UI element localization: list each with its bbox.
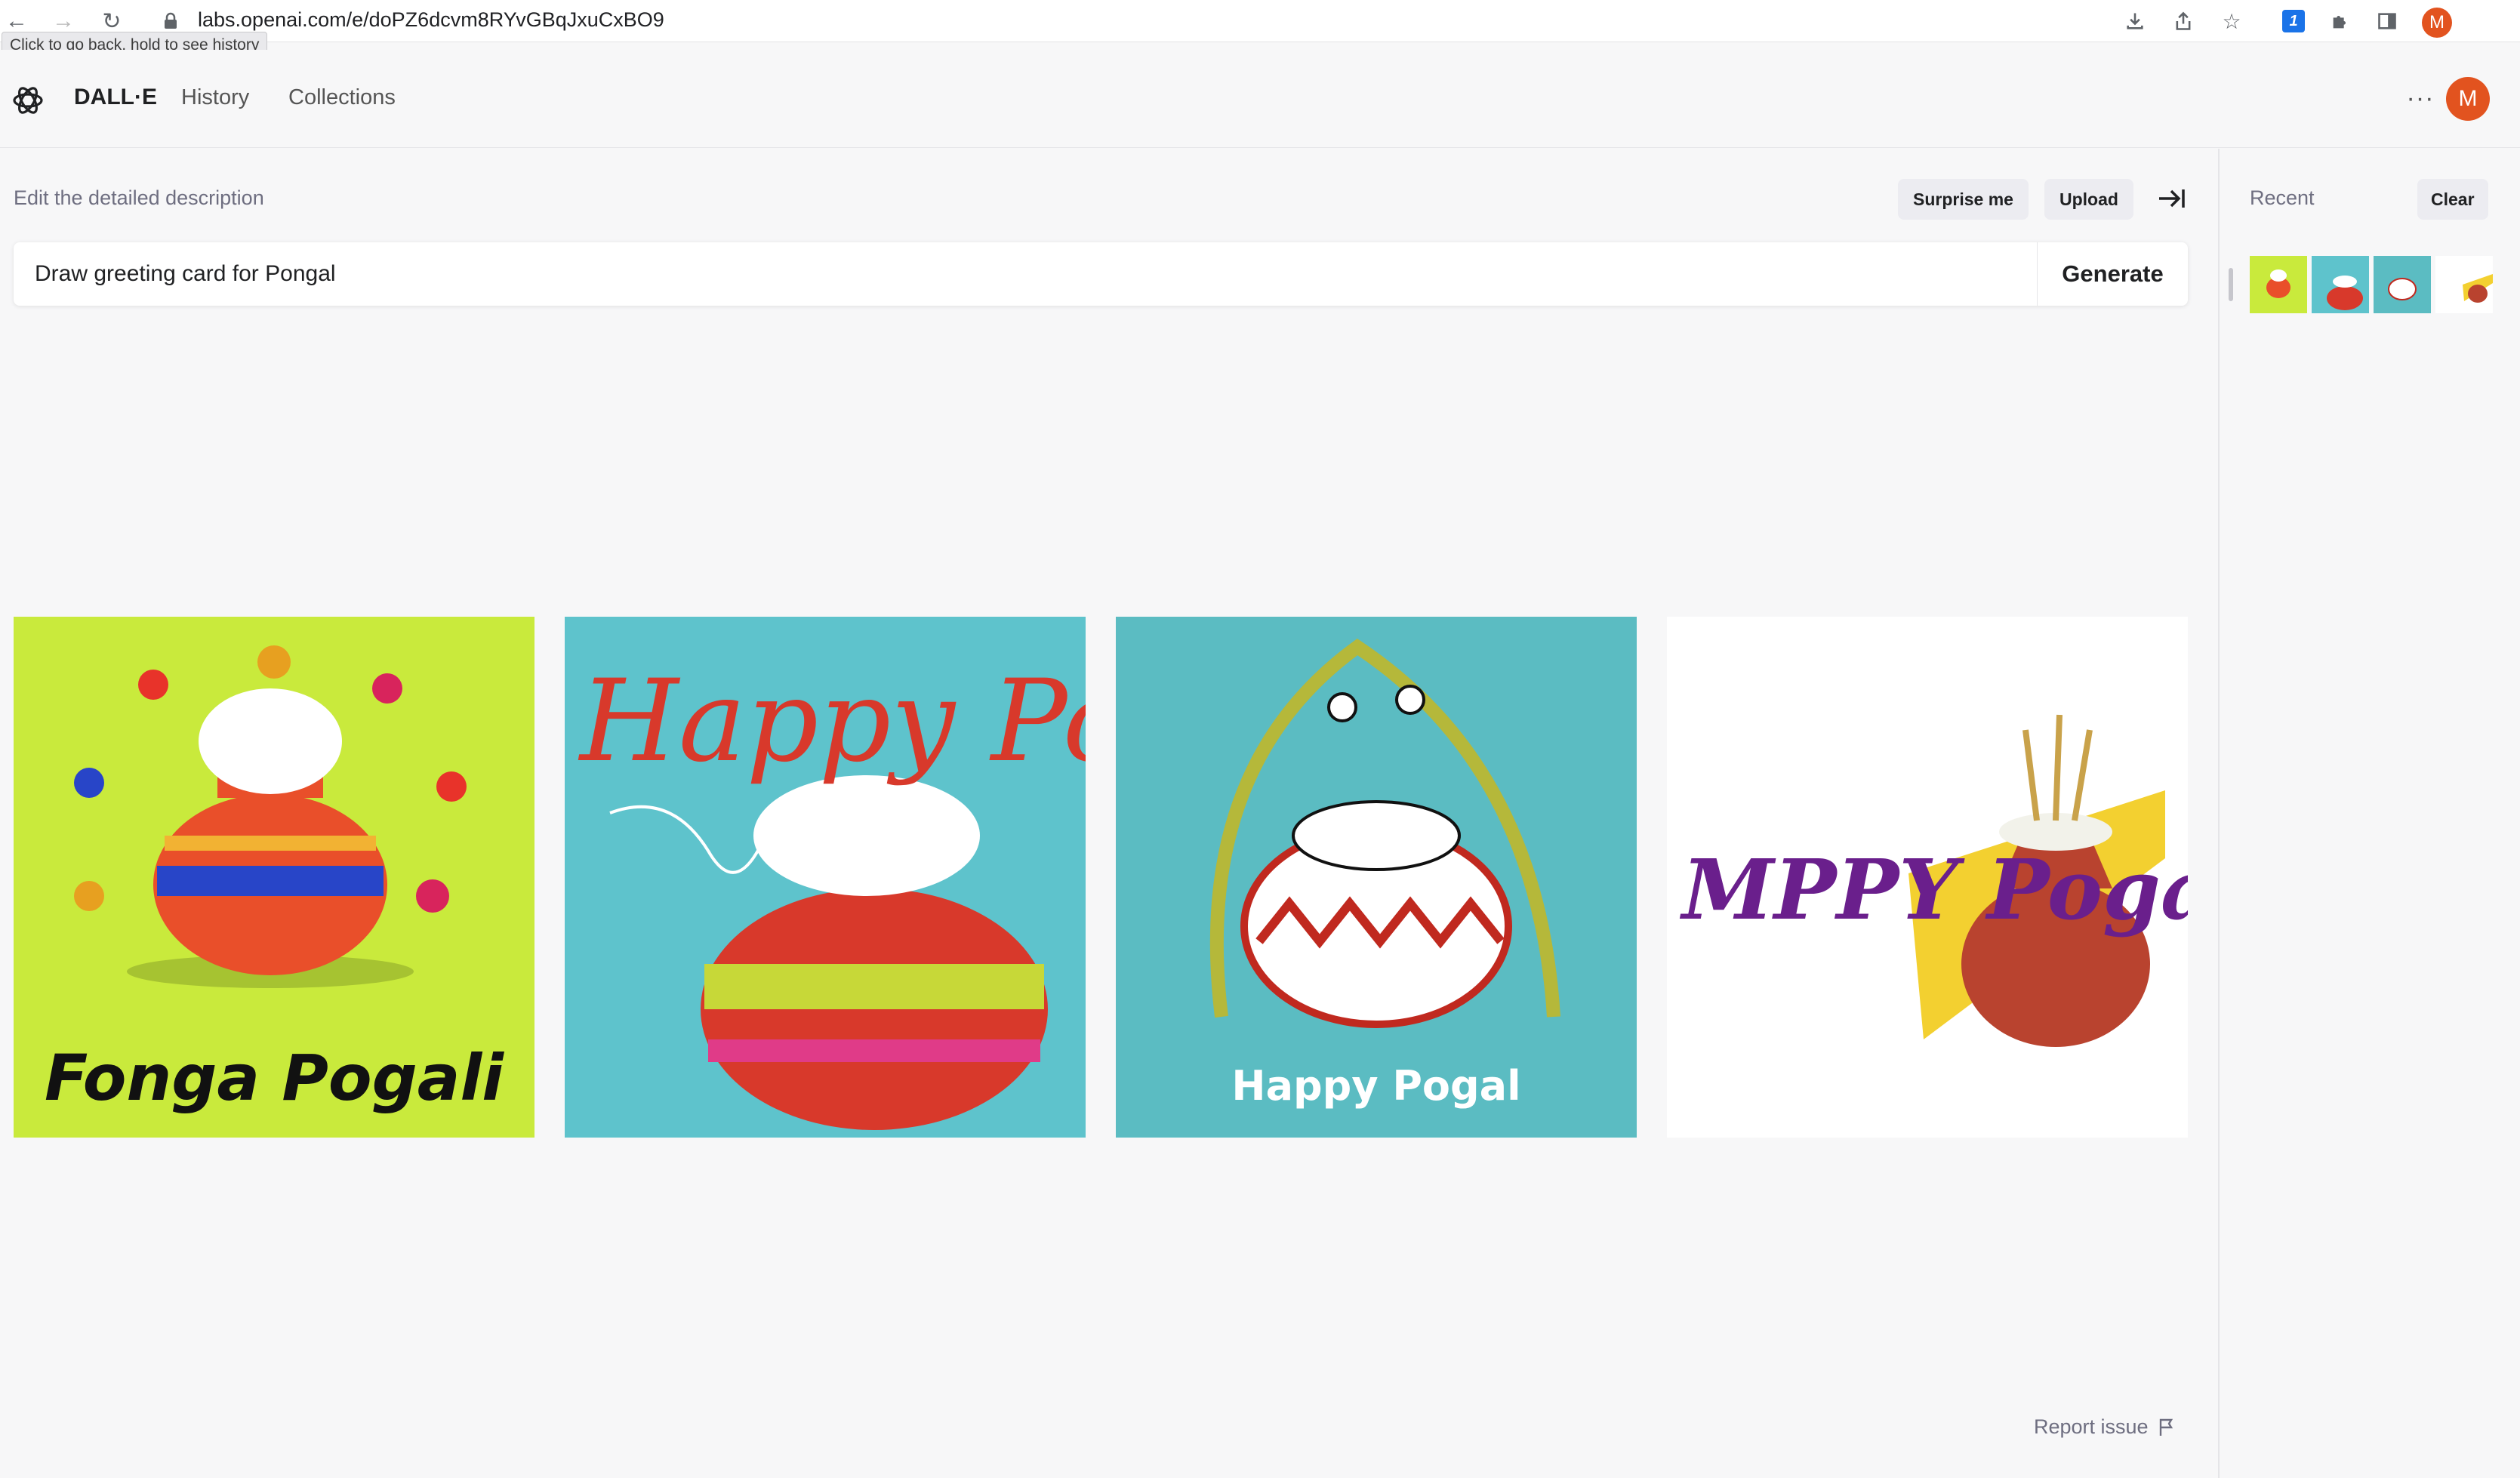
report-issue-link[interactable]: Report issue [2034, 1415, 2176, 1439]
image-caption: Happy Pogal [1231, 1062, 1520, 1110]
lock-icon [165, 12, 177, 29]
bookmark-star-icon[interactable]: ☆ [2218, 8, 2245, 35]
more-options-icon[interactable]: ··· [2402, 80, 2438, 116]
generate-button[interactable]: Generate [2037, 242, 2188, 306]
extensions-puzzle-icon[interactable] [2327, 8, 2354, 35]
generated-image-4[interactable]: MPPY Pogal [1667, 617, 2188, 1138]
upload-button[interactable]: Upload [2044, 179, 2133, 220]
app-header: DALL·E History Collections ··· M [0, 50, 2520, 148]
image-caption: MPPY Pogal [1679, 841, 2188, 938]
recent-label: Recent [2250, 186, 2315, 209]
generated-image-2[interactable]: Happy Poggal [565, 617, 1086, 1138]
image-gallery: Fonga Pogali Happy Poggal [14, 617, 2189, 1138]
main-panel: Edit the detailed description Surprise m… [0, 149, 2218, 1478]
browser-profile-avatar[interactable]: M [2422, 8, 2452, 38]
generated-image-1[interactable]: Fonga Pogali [14, 617, 534, 1138]
user-avatar[interactable]: M [2446, 77, 2490, 121]
openai-logo-icon[interactable] [11, 83, 45, 118]
prompt-label: Edit the detailed description [14, 186, 264, 209]
address-bar[interactable]: labs.openai.com/e/doPZ6dcvm8RYvGBqJxuCxB… [198, 8, 664, 32]
recent-thumbnail[interactable] [2250, 256, 2307, 313]
recent-sidebar: Recent Clear [2218, 149, 2520, 1478]
report-issue-label: Report issue [2034, 1415, 2149, 1438]
nav-collections-link[interactable]: Collections [288, 85, 396, 110]
surprise-me-button[interactable]: Surprise me [1898, 179, 2029, 220]
generated-image-3[interactable]: Happy Pogal [1116, 617, 1637, 1138]
brand-title[interactable]: DALL·E [74, 85, 157, 110]
browser-toolbar: ← → ↻ labs.openai.com/e/doPZ6dcvm8RYvGBq… [0, 0, 2520, 42]
flag-icon [2159, 1418, 2173, 1436]
image-caption: Happy Poggal [578, 656, 1086, 787]
side-panel-icon[interactable] [2374, 8, 2401, 35]
scrollbar-handle[interactable] [2229, 268, 2233, 301]
collapse-sidebar-icon[interactable] [2153, 180, 2189, 217]
password-manager-extension-icon[interactable]: 1 [2280, 8, 2307, 35]
image-caption: Fonga Pogali [45, 1041, 504, 1115]
recent-thumbnail[interactable] [2374, 256, 2431, 313]
share-icon[interactable] [2170, 8, 2197, 35]
nav-history-link[interactable]: History [181, 85, 249, 110]
prompt-box: Generate [14, 242, 2188, 306]
download-icon[interactable] [2121, 8, 2149, 35]
recent-thumbnail[interactable] [2435, 256, 2493, 313]
recent-thumbnail[interactable] [2312, 256, 2369, 313]
clear-button[interactable]: Clear [2417, 179, 2488, 220]
prompt-input[interactable] [35, 242, 2013, 306]
